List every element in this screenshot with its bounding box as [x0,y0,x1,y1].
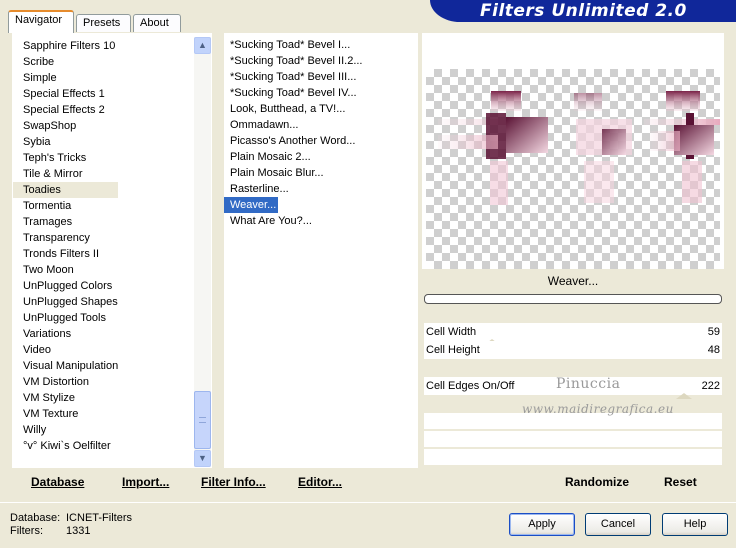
category-list-item[interactable]: SwapShop [13,118,118,134]
filters-count-value: 1331 [66,525,91,537]
progress-bar [424,294,722,304]
weaver-preview-graphic [438,91,720,205]
category-list-item[interactable]: Toadies [13,182,119,198]
category-list-item[interactable]: Tormentia [13,198,118,214]
category-list: Sapphire Filters 10 Scribe Simple Special E… [13,38,119,454]
filter-list-item[interactable]: Ommadawn... [224,117,363,133]
category-list-item[interactable]: Tile & Mirror [13,166,118,182]
database-label: Database: [10,512,61,524]
param-label: Cell Height [426,344,480,356]
preview-image [426,69,720,269]
category-list-item[interactable]: °v° Kiwi`s Oelfilter [13,438,118,454]
category-list-item[interactable]: Sapphire Filters 10 [13,38,118,54]
filter-list-item[interactable]: Look, Butthead, a TV!... [224,101,363,117]
category-list-item[interactable]: Sybia [13,134,118,150]
import-button[interactable]: Import... [122,472,169,492]
filter-list-panel: *Sucking Toad* Bevel I... *Sucking Toad* … [224,33,418,468]
action-bar: Database Import... Filter Info... Editor… [12,472,724,492]
preview-frame [422,33,724,269]
param-label: Cell Width [426,326,477,338]
tab-navigator[interactable]: Navigator [8,10,74,33]
parameter-panel: Cell Width 59 Cell Height 48 Cell Edges … [422,323,724,468]
watermark-name: Pinuccia [556,376,621,392]
scroll-up-button[interactable]: ▲ [194,37,211,54]
cancel-button[interactable]: Cancel [585,513,651,536]
param-label: Cell Edges On/Off [426,380,515,392]
category-list-item[interactable]: VM Stylize [13,390,118,406]
filter-list-item[interactable]: Plain Mosaic 2... [224,149,363,165]
category-list-item[interactable]: Transparency [13,230,118,246]
category-list-item[interactable]: Variations [13,326,118,342]
category-list-item[interactable]: UnPlugged Tools [13,310,118,326]
filter-info-button[interactable]: Filter Info... [201,472,266,492]
chevron-up-icon: ▲ [198,40,207,50]
filter-list-item[interactable]: *Sucking Toad* Bevel IV... [224,85,363,101]
category-list-item[interactable]: Video [13,342,118,358]
category-list-item[interactable]: Teph's Tricks [13,150,118,166]
param-empty-row [424,449,722,465]
category-list-item[interactable]: UnPlugged Colors [13,278,118,294]
tab-about[interactable]: About [133,14,181,32]
filters-count-label: Filters: [10,525,43,537]
scrollbar-thumb[interactable] [194,391,211,449]
filter-list-item[interactable]: Picasso's Another Word... [224,133,363,149]
database-button[interactable]: Database [31,472,84,492]
filter-list-item[interactable]: Rasterline... [224,181,363,197]
watermark-url: www.maidiregrafica.eu [522,402,674,416]
category-list-item[interactable]: Tramages [13,214,118,230]
app-title-banner: Filters Unlimited 2.0 [430,0,736,22]
grip-icon [199,417,206,423]
category-list-item[interactable]: Special Effects 2 [13,102,118,118]
param-value: 59 [707,326,720,338]
param-value: 48 [707,344,720,356]
param-cell-height[interactable]: Cell Height 48 [424,341,722,359]
help-button[interactable]: Help [662,513,728,536]
category-list-item[interactable]: Tronds Filters II [13,246,118,262]
category-list-item[interactable]: VM Texture [13,406,118,422]
randomize-button[interactable]: Randomize [565,472,629,492]
category-list-item[interactable]: Scribe [13,54,118,70]
divider [0,502,736,503]
database-value: ICNET-Filters [66,512,132,524]
reset-button[interactable]: Reset [664,472,697,492]
category-list-item[interactable]: Visual Manipulation [13,358,118,374]
filter-list-item[interactable]: *Sucking Toad* Bevel II.2... [224,53,363,69]
category-list-panel: Sapphire Filters 10 Scribe Simple Special E… [12,33,212,468]
param-empty-row [424,431,722,447]
editor-button[interactable]: Editor... [298,472,342,492]
current-filter-name: Weaver... [422,270,724,292]
category-list-item[interactable]: UnPlugged Shapes [13,294,118,310]
category-list-item[interactable]: Special Effects 1 [13,86,118,102]
param-value: 222 [701,380,720,392]
filter-list-item[interactable]: What Are You?... [224,213,363,229]
param-cell-width[interactable]: Cell Width 59 [424,323,722,345]
apply-button[interactable]: Apply [509,513,575,536]
category-list-item[interactable]: Simple [13,70,118,86]
filter-list-item[interactable]: Plain Mosaic Blur... [224,165,363,181]
tab-presets[interactable]: Presets [76,14,131,32]
filter-list-item[interactable]: Weaver... [224,197,279,213]
category-list-item[interactable]: VM Distortion [13,374,118,390]
filter-list-item[interactable]: *Sucking Toad* Bevel III... [224,69,363,85]
database-info: Database: ICNET-Filters Filters: 1331 [10,512,132,538]
category-list-item[interactable]: Two Moon [13,262,118,278]
slider-thumb-icon[interactable] [676,393,692,399]
chevron-down-icon: ▼ [198,453,207,463]
scroll-down-button[interactable]: ▼ [194,450,211,467]
category-scrollbar[interactable]: ▲ ▼ [194,37,211,467]
filter-list-item[interactable]: *Sucking Toad* Bevel I... [224,37,363,53]
category-list-item[interactable]: Willy [13,422,118,438]
filter-list: *Sucking Toad* Bevel I... *Sucking Toad* … [224,37,363,229]
